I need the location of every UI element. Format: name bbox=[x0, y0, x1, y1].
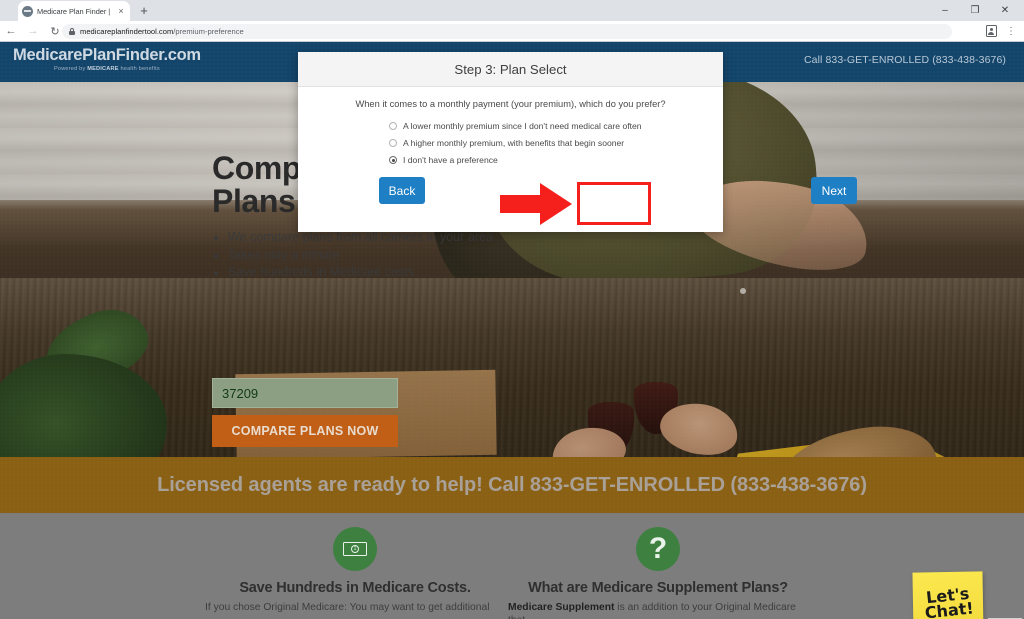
close-window-button[interactable]: ✕ bbox=[990, 0, 1020, 21]
radio-option-no-preference[interactable]: I don't have a preference bbox=[389, 155, 723, 165]
back-button[interactable]: Back bbox=[379, 177, 425, 204]
hero-bullet: Takes only a minute bbox=[228, 247, 512, 265]
radio-icon-selected[interactable] bbox=[389, 156, 397, 164]
pointer-arrow-annotation bbox=[500, 183, 572, 225]
favicon-icon bbox=[22, 5, 33, 17]
radio-icon[interactable] bbox=[389, 139, 397, 147]
modal-question: When it comes to a monthly payment (your… bbox=[355, 99, 666, 109]
feature-title: What are Medicare Supplement Plans? bbox=[528, 580, 788, 596]
radio-option-higher-premium[interactable]: A higher monthly premium, with benefits … bbox=[389, 138, 723, 148]
next-button[interactable]: Next bbox=[811, 177, 857, 204]
lets-chat-widget[interactable]: Let's Chat! bbox=[912, 571, 984, 619]
feature-body: Medicare Supplement is an addition to yo… bbox=[508, 601, 808, 619]
new-tab-button[interactable]: + bbox=[136, 3, 152, 19]
window-controls: – ❐ ✕ bbox=[930, 0, 1020, 21]
close-tab-icon[interactable]: × bbox=[116, 6, 126, 16]
minimize-button[interactable]: – bbox=[930, 0, 960, 21]
modal-header: Step 3: Plan Select bbox=[298, 52, 723, 87]
band-phone-text: Licensed agents are ready to help! Call … bbox=[157, 473, 867, 496]
money-bill-icon: 1 bbox=[333, 527, 377, 571]
radio-label: A higher monthly premium, with benefits … bbox=[403, 138, 625, 148]
zip-code-input[interactable] bbox=[212, 378, 398, 408]
feature-body-bold: Medicare Supplement bbox=[508, 602, 615, 613]
lets-chat-label: Let's Chat! bbox=[922, 584, 974, 619]
highlight-box-annotation bbox=[577, 182, 651, 225]
toolbar-right-actions: ⋮ bbox=[982, 21, 1020, 41]
radio-option-lower-premium[interactable]: A lower monthly premium since I don't ne… bbox=[389, 121, 723, 131]
forward-icon[interactable]: → bbox=[22, 21, 44, 41]
back-icon[interactable]: ← bbox=[0, 21, 22, 41]
feature-title: Save Hundreds in Medicare Costs. bbox=[239, 580, 471, 596]
tab-title: Medicare Plan Finder | Medicare bbox=[37, 6, 112, 16]
feature-card-savings: 1 Save Hundreds in Medicare Costs. If yo… bbox=[205, 527, 505, 614]
feature-card-supplement: ? What are Medicare Supplement Plans? Me… bbox=[508, 527, 808, 619]
zip-form: COMPARE PLANS NOW bbox=[212, 378, 398, 447]
browser-menu-icon[interactable]: ⋮ bbox=[1002, 22, 1020, 40]
compare-plans-button[interactable]: COMPARE PLANS NOW bbox=[212, 415, 398, 447]
header-phone-link[interactable]: Call 833-GET-ENROLLED (833-438-3676) bbox=[804, 54, 1006, 66]
question-mark-icon: ? bbox=[636, 527, 680, 571]
url-domain: medicareplanfindertool.com bbox=[80, 27, 174, 36]
radio-label: I don't have a preference bbox=[403, 155, 498, 165]
modal-title: Step 3: Plan Select bbox=[454, 61, 567, 77]
address-bar[interactable]: medicareplanfindertool.com/premium-prefe… bbox=[62, 24, 952, 39]
site-logo[interactable]: MedicarePlanFinder.com Powered by MEDICA… bbox=[13, 46, 201, 72]
browser-tab[interactable]: Medicare Plan Finder | Medicare × bbox=[18, 1, 130, 21]
call-to-action-band: Licensed agents are ready to help! Call … bbox=[0, 457, 1024, 513]
feature-body: If you chose Original Medicare: You may … bbox=[205, 602, 490, 613]
address-bar-url: medicareplanfindertool.com/premium-prefe… bbox=[80, 27, 244, 36]
hero-bullet: Save hundreds in Medicare costs bbox=[228, 264, 512, 282]
maximize-button[interactable]: ❐ bbox=[960, 0, 990, 21]
browser-tab-strip: Medicare Plan Finder | Medicare × + – ❐ … bbox=[0, 0, 1024, 21]
url-path: /premium-preference bbox=[173, 27, 244, 36]
hero-bullet-list: We compare plans from all carriers in yo… bbox=[212, 229, 512, 282]
logo-text: MedicarePlanFinder.com bbox=[13, 46, 201, 64]
profile-avatar-icon[interactable] bbox=[982, 22, 1000, 40]
lock-icon bbox=[69, 28, 75, 35]
logo-tagline: Powered by MEDICARE health benefits bbox=[53, 66, 160, 72]
screenshot-root: Medicare Plan Finder | Medicare × + – ❐ … bbox=[0, 0, 1024, 619]
carousel-indicator-dot[interactable] bbox=[740, 288, 746, 294]
radio-label: A lower monthly premium since I don't ne… bbox=[403, 121, 642, 131]
premium-preference-radio-group: A lower monthly premium since I don't ne… bbox=[389, 121, 723, 165]
radio-icon[interactable] bbox=[389, 122, 397, 130]
features-section: 1 Save Hundreds in Medicare Costs. If yo… bbox=[0, 513, 1024, 619]
